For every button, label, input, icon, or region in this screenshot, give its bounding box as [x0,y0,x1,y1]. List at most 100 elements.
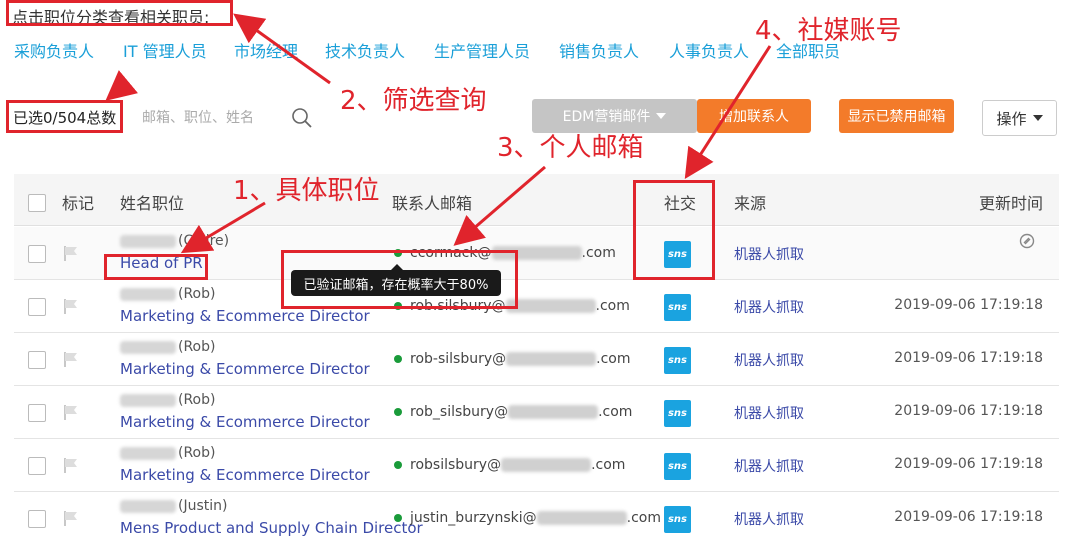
header-social: 社交 [664,194,697,213]
sns-icon[interactable]: sns [664,400,691,427]
verified-dot-icon [394,249,402,257]
blurred-domain [536,511,627,525]
verified-dot-icon [394,461,402,469]
blurred-name [120,393,176,407]
sns-icon[interactable]: sns [664,453,691,480]
job-title[interactable]: Marketing & Ecommerce Director [120,360,370,378]
contact-name: (Rob) [120,286,215,302]
selection-count: 已选0/504总数 [13,109,117,127]
category-purchasing[interactable]: 采购负责人 [14,38,94,62]
search-icon[interactable] [291,107,313,129]
flag-icon[interactable] [62,244,80,262]
updated-time: 2019-09-06 17:19:18 [894,403,1043,419]
contact-email[interactable]: ccormack@ .com [394,245,616,261]
header-name: 姓名职位 [120,194,185,213]
flag-icon[interactable] [62,509,80,527]
blurred-name [120,287,176,301]
chevron-down-icon [1032,115,1043,121]
arrow-to-count [105,70,139,101]
contact-email[interactable]: rob_silsbury@ .com [394,404,632,420]
blurred-domain [501,458,592,472]
operations-dropdown[interactable]: 操作 [982,100,1057,136]
job-title[interactable]: Marketing & Ecommerce Director [120,466,370,484]
add-contact-button[interactable]: 增加联系人 [697,99,811,133]
contact-email[interactable]: rob-silsbury@ .com [394,351,630,367]
contact-name: (Claire) [120,233,229,249]
operations-label: 操作 [996,109,1027,128]
blurred-name [120,340,176,354]
contact-email[interactable]: justin_burzynski@ .com [394,510,661,526]
sns-icon[interactable]: sns [664,294,691,321]
row-checkbox[interactable] [28,457,46,475]
flag-icon[interactable] [62,350,80,368]
contact-email[interactable]: robsilsbury@ .com [394,457,625,473]
show-disabled-email-button[interactable]: 显示已禁用邮箱 [839,99,954,133]
job-title[interactable]: Head of PR [120,254,203,272]
blurred-domain [506,352,597,366]
contact-name: (Rob) [120,445,215,461]
updated-time: 2019-09-06 17:19:18 [894,509,1043,525]
verified-dot-icon [394,514,402,522]
job-title[interactable]: Marketing & Ecommerce Director [120,413,370,431]
category-hr[interactable]: 人事负责人 [669,38,749,62]
blurred-name [120,446,176,460]
table-row: (Justin) Mens Product and Supply Chain D… [14,492,1059,543]
contact-email[interactable]: rob.silsbury@ .com [394,298,630,314]
annotation-label-3: 3、个人邮箱 [497,133,644,163]
row-checkbox[interactable] [28,404,46,422]
edm-button-label: EDM营销邮件 [562,109,651,125]
category-it[interactable]: IT 管理人员 [123,38,207,62]
job-title[interactable]: Mens Product and Supply Chain Director [120,519,423,537]
source-link[interactable]: 机器人抓取 [734,350,804,370]
sns-icon[interactable]: sns [664,506,691,533]
blurred-domain [505,299,596,313]
row-checkbox[interactable] [28,351,46,369]
source-link[interactable]: 机器人抓取 [734,244,804,264]
source-link[interactable]: 机器人抓取 [734,403,804,423]
updated-time: 2019-09-06 17:19:18 [894,456,1043,472]
row-checkbox[interactable] [28,298,46,316]
annotation-label-1: 1、具体职位 [233,176,380,206]
table-row: (Rob) Marketing & Ecommerce Director rob… [14,280,1059,333]
blurred-name [120,234,176,248]
category-tech[interactable]: 技术负责人 [325,38,405,62]
source-link[interactable]: 机器人抓取 [734,456,804,476]
contact-name: (Justin) [120,498,227,514]
flag-icon[interactable] [62,456,80,474]
header-updated: 更新时间 [978,194,1043,213]
verified-email-tooltip: 已验证邮箱，存在概率大于80% [291,264,501,296]
chevron-down-icon [656,113,667,119]
row-checkbox[interactable] [28,510,46,528]
category-sales[interactable]: 销售负责人 [559,38,639,62]
annotation-label-4: 4、社媒账号 [755,16,902,46]
category-production[interactable]: 生产管理人员 [434,38,530,62]
header-mark: 标记 [62,194,95,213]
source-link[interactable]: 机器人抓取 [734,509,804,529]
flag-icon[interactable] [62,403,80,421]
table-row: (Rob) Marketing & Ecommerce Director rob… [14,386,1059,439]
record-settings-icon[interactable] [1019,233,1035,249]
contact-name: (Rob) [120,392,215,408]
header-email: 联系人邮箱 [392,194,473,213]
updated-time: 2019-09-06 17:19:18 [894,350,1043,366]
verified-dot-icon [394,408,402,416]
table-row: (Claire) Head of PR ccormack@ .com sns 机器… [14,227,1059,280]
flag-icon[interactable] [62,297,80,315]
table-header: 标记 姓名职位 联系人邮箱 社交 来源 更新时间 [14,174,1059,226]
row-checkbox[interactable] [28,245,46,263]
table-row: (Rob) Marketing & Ecommerce Director rob… [14,439,1059,492]
select-all-checkbox[interactable] [28,194,46,212]
category-hint: 点击职位分类查看相关职员: [12,8,210,27]
blurred-domain [491,246,582,260]
annotation-label-2: 2、筛选查询 [340,86,487,116]
sns-icon[interactable]: sns [664,241,691,268]
blurred-domain [508,405,599,419]
verified-dot-icon [394,355,402,363]
verified-dot-icon [394,302,402,310]
source-link[interactable]: 机器人抓取 [734,297,804,317]
job-title[interactable]: Marketing & Ecommerce Director [120,307,370,325]
sns-icon[interactable]: sns [664,347,691,374]
category-marketing[interactable]: 市场经理 [234,38,298,62]
search-input[interactable] [142,108,292,128]
blurred-name [120,499,176,513]
